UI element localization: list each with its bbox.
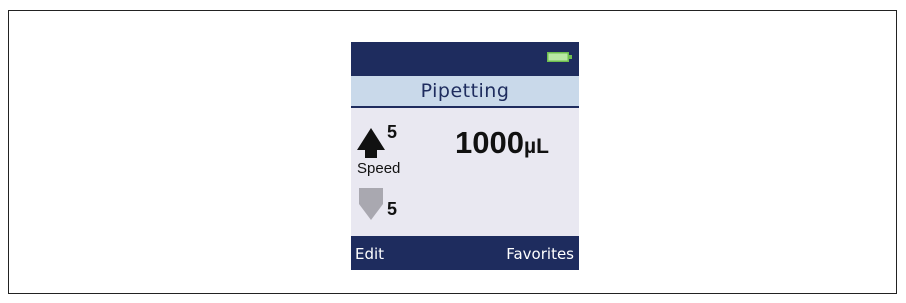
- screen-title: Pipetting: [420, 80, 510, 102]
- status-bar: [351, 42, 579, 76]
- title-bar: Pipetting: [351, 76, 579, 108]
- dispense-speed-value: 5: [387, 199, 398, 219]
- favorites-softkey[interactable]: Favorites: [506, 245, 574, 263]
- edit-softkey[interactable]: Edit: [355, 245, 384, 263]
- volume-value: 1000: [455, 125, 524, 160]
- arrow-down-icon: [359, 188, 383, 220]
- figure-frame: Pipetting 5 Speed 5 1000µL Edit Favorite…: [8, 10, 897, 294]
- main-content: 5 Speed 5 1000µL: [351, 108, 579, 236]
- arrow-up-icon: [357, 128, 385, 158]
- aspirate-speed-value: 5: [387, 122, 398, 142]
- softkey-bar: Edit Favorites: [351, 236, 579, 270]
- battery-full-icon: [547, 52, 572, 62]
- speed-label: Speed: [357, 160, 401, 177]
- volume-unit: µL: [523, 135, 549, 158]
- pipette-display: Pipetting 5 Speed 5 1000µL Edit Favorite…: [351, 42, 579, 270]
- volume-display: 1000µL: [455, 125, 549, 161]
